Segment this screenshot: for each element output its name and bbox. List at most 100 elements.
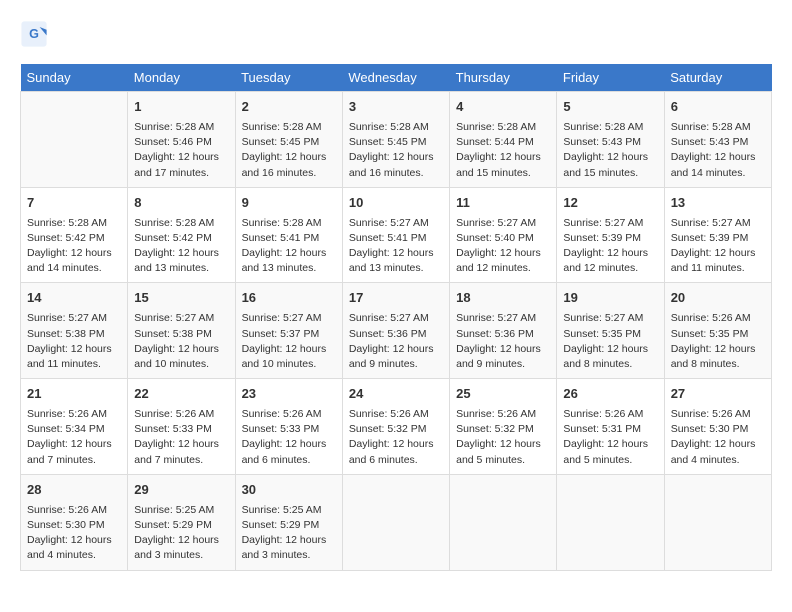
- calendar-cell: [21, 92, 128, 188]
- cell-daylight-info: Sunrise: 5:26 AMSunset: 5:30 PMDaylight:…: [671, 407, 765, 468]
- cell-daylight-info: Sunrise: 5:27 AMSunset: 5:37 PMDaylight:…: [242, 311, 336, 372]
- calendar-cell: 4 Sunrise: 5:28 AMSunset: 5:44 PMDaylight…: [450, 92, 557, 188]
- day-number: 3: [349, 98, 443, 117]
- cell-daylight-info: Sunrise: 5:27 AMSunset: 5:39 PMDaylight:…: [671, 216, 765, 277]
- day-number: 28: [27, 481, 121, 500]
- day-number: 15: [134, 289, 228, 308]
- day-number: 8: [134, 194, 228, 213]
- day-header-wednesday: Wednesday: [342, 64, 449, 92]
- calendar-header: SundayMondayTuesdayWednesdayThursdayFrid…: [21, 64, 772, 92]
- cell-daylight-info: Sunrise: 5:27 AMSunset: 5:36 PMDaylight:…: [456, 311, 550, 372]
- calendar-body: 1 Sunrise: 5:28 AMSunset: 5:46 PMDaylight…: [21, 92, 772, 571]
- day-header-row: SundayMondayTuesdayWednesdayThursdayFrid…: [21, 64, 772, 92]
- calendar-week-row: 1 Sunrise: 5:28 AMSunset: 5:46 PMDaylight…: [21, 92, 772, 188]
- day-number: 29: [134, 481, 228, 500]
- calendar-cell: 23 Sunrise: 5:26 AMSunset: 5:33 PMDayligh…: [235, 379, 342, 475]
- cell-daylight-info: Sunrise: 5:28 AMSunset: 5:41 PMDaylight:…: [242, 216, 336, 277]
- calendar-week-row: 28 Sunrise: 5:26 AMSunset: 5:30 PMDayligh…: [21, 474, 772, 570]
- day-number: 27: [671, 385, 765, 404]
- day-number: 5: [563, 98, 657, 117]
- calendar-cell: 25Sunrise: 5:26 AMSunset: 5:32 PMDayligh…: [450, 379, 557, 475]
- day-number: 2: [242, 98, 336, 117]
- calendar-cell: 2 Sunrise: 5:28 AMSunset: 5:45 PMDaylight…: [235, 92, 342, 188]
- cell-daylight-info: Sunrise: 5:26 AMSunset: 5:32 PMDaylight:…: [349, 407, 443, 468]
- calendar-cell: 5 Sunrise: 5:28 AMSunset: 5:43 PMDaylight…: [557, 92, 664, 188]
- logo: G: [20, 20, 50, 48]
- calendar-cell: 11 Sunrise: 5:27 AMSunset: 5:40 PMDayligh…: [450, 187, 557, 283]
- day-header-saturday: Saturday: [664, 64, 771, 92]
- calendar-cell: 10 Sunrise: 5:27 AMSunset: 5:41 PMDayligh…: [342, 187, 449, 283]
- calendar-cell: 18 Sunrise: 5:27 AMSunset: 5:36 PMDayligh…: [450, 283, 557, 379]
- day-number: 14: [27, 289, 121, 308]
- calendar-cell: 13 Sunrise: 5:27 AMSunset: 5:39 PMDayligh…: [664, 187, 771, 283]
- day-header-monday: Monday: [128, 64, 235, 92]
- calendar-cell: 28 Sunrise: 5:26 AMSunset: 5:30 PMDayligh…: [21, 474, 128, 570]
- calendar-cell: [557, 474, 664, 570]
- cell-daylight-info: Sunrise: 5:26 AMSunset: 5:30 PMDaylight:…: [27, 503, 121, 564]
- cell-daylight-info: Sunrise: 5:25 AMSunset: 5:29 PMDaylight:…: [242, 503, 336, 564]
- calendar-cell: 1 Sunrise: 5:28 AMSunset: 5:46 PMDaylight…: [128, 92, 235, 188]
- cell-daylight-info: Sunrise: 5:28 AMSunset: 5:45 PMDaylight:…: [242, 120, 336, 181]
- calendar-cell: [450, 474, 557, 570]
- day-header-tuesday: Tuesday: [235, 64, 342, 92]
- cell-daylight-info: Sunrise: 5:26 AMSunset: 5:33 PMDaylight:…: [242, 407, 336, 468]
- calendar-cell: 19 Sunrise: 5:27 AMSunset: 5:35 PMDayligh…: [557, 283, 664, 379]
- day-number: 22: [134, 385, 228, 404]
- calendar-cell: 24 Sunrise: 5:26 AMSunset: 5:32 PMDayligh…: [342, 379, 449, 475]
- calendar-cell: 26 Sunrise: 5:26 AMSunset: 5:31 PMDayligh…: [557, 379, 664, 475]
- day-number: 26: [563, 385, 657, 404]
- cell-daylight-info: Sunrise: 5:28 AMSunset: 5:42 PMDaylight:…: [27, 216, 121, 277]
- day-number: 20: [671, 289, 765, 308]
- day-number: 24: [349, 385, 443, 404]
- calendar-week-row: 21 Sunrise: 5:26 AMSunset: 5:34 PMDayligh…: [21, 379, 772, 475]
- calendar-week-row: 7 Sunrise: 5:28 AMSunset: 5:42 PMDaylight…: [21, 187, 772, 283]
- calendar-cell: [664, 474, 771, 570]
- calendar-cell: 22 Sunrise: 5:26 AMSunset: 5:33 PMDayligh…: [128, 379, 235, 475]
- calendar-cell: 20 Sunrise: 5:26 AMSunset: 5:35 PMDayligh…: [664, 283, 771, 379]
- day-number: 10: [349, 194, 443, 213]
- calendar-cell: 30Sunrise: 5:25 AMSunset: 5:29 PMDayligh…: [235, 474, 342, 570]
- cell-daylight-info: Sunrise: 5:27 AMSunset: 5:39 PMDaylight:…: [563, 216, 657, 277]
- calendar-cell: 6Sunrise: 5:28 AMSunset: 5:43 PMDaylight…: [664, 92, 771, 188]
- calendar-cell: 7 Sunrise: 5:28 AMSunset: 5:42 PMDaylight…: [21, 187, 128, 283]
- cell-daylight-info: Sunrise: 5:28 AMSunset: 5:43 PMDaylight:…: [563, 120, 657, 181]
- cell-daylight-info: Sunrise: 5:27 AMSunset: 5:41 PMDaylight:…: [349, 216, 443, 277]
- cell-daylight-info: Sunrise: 5:28 AMSunset: 5:44 PMDaylight:…: [456, 120, 550, 181]
- cell-daylight-info: Sunrise: 5:28 AMSunset: 5:43 PMDaylight:…: [671, 120, 765, 181]
- day-number: 7: [27, 194, 121, 213]
- cell-daylight-info: Sunrise: 5:27 AMSunset: 5:38 PMDaylight:…: [134, 311, 228, 372]
- day-number: 18: [456, 289, 550, 308]
- logo-icon: G: [20, 20, 48, 48]
- day-number: 17: [349, 289, 443, 308]
- day-number: 23: [242, 385, 336, 404]
- cell-daylight-info: Sunrise: 5:28 AMSunset: 5:42 PMDaylight:…: [134, 216, 228, 277]
- calendar-cell: 21 Sunrise: 5:26 AMSunset: 5:34 PMDayligh…: [21, 379, 128, 475]
- cell-daylight-info: Sunrise: 5:26 AMSunset: 5:33 PMDaylight:…: [134, 407, 228, 468]
- day-number: 19: [563, 289, 657, 308]
- calendar-cell: [342, 474, 449, 570]
- day-number: 4: [456, 98, 550, 117]
- day-number: 21: [27, 385, 121, 404]
- calendar-cell: 17 Sunrise: 5:27 AMSunset: 5:36 PMDayligh…: [342, 283, 449, 379]
- cell-daylight-info: Sunrise: 5:28 AMSunset: 5:45 PMDaylight:…: [349, 120, 443, 181]
- cell-daylight-info: Sunrise: 5:26 AMSunset: 5:35 PMDaylight:…: [671, 311, 765, 372]
- cell-daylight-info: Sunrise: 5:27 AMSunset: 5:40 PMDaylight:…: [456, 216, 550, 277]
- calendar-cell: 12 Sunrise: 5:27 AMSunset: 5:39 PMDayligh…: [557, 187, 664, 283]
- calendar-cell: 14 Sunrise: 5:27 AMSunset: 5:38 PMDayligh…: [21, 283, 128, 379]
- calendar-week-row: 14 Sunrise: 5:27 AMSunset: 5:38 PMDayligh…: [21, 283, 772, 379]
- calendar-cell: 16Sunrise: 5:27 AMSunset: 5:37 PMDayligh…: [235, 283, 342, 379]
- cell-daylight-info: Sunrise: 5:26 AMSunset: 5:34 PMDaylight:…: [27, 407, 121, 468]
- day-number: 12: [563, 194, 657, 213]
- cell-daylight-info: Sunrise: 5:27 AMSunset: 5:36 PMDaylight:…: [349, 311, 443, 372]
- cell-daylight-info: Sunrise: 5:28 AMSunset: 5:46 PMDaylight:…: [134, 120, 228, 181]
- day-number: 1: [134, 98, 228, 117]
- day-number: 9: [242, 194, 336, 213]
- cell-daylight-info: Sunrise: 5:27 AMSunset: 5:38 PMDaylight:…: [27, 311, 121, 372]
- day-number: 13: [671, 194, 765, 213]
- cell-daylight-info: Sunrise: 5:27 AMSunset: 5:35 PMDaylight:…: [563, 311, 657, 372]
- calendar-cell: 15 Sunrise: 5:27 AMSunset: 5:38 PMDayligh…: [128, 283, 235, 379]
- svg-text:G: G: [29, 27, 39, 41]
- cell-daylight-info: Sunrise: 5:26 AMSunset: 5:31 PMDaylight:…: [563, 407, 657, 468]
- day-number: 11: [456, 194, 550, 213]
- calendar-cell: 8 Sunrise: 5:28 AMSunset: 5:42 PMDaylight…: [128, 187, 235, 283]
